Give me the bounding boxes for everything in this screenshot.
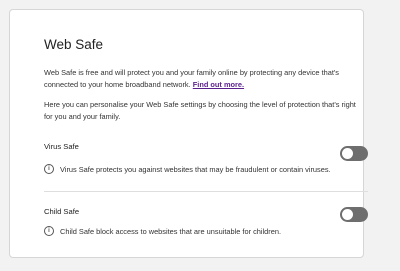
intro-text: Web Safe is free and will protect you an… [44, 68, 340, 89]
virus-safe-description: Virus Safe protects you against websites… [60, 164, 331, 174]
toggle-knob [342, 209, 353, 220]
child-safe-description: Child Safe block access to websites that… [60, 226, 282, 236]
intro-paragraph: Web Safe is free and will protect you an… [44, 67, 362, 91]
virus-safe-label: Virus Safe [44, 142, 79, 151]
toggle-knob [342, 148, 353, 159]
virus-safe-info: i Virus Safe protects you against websit… [44, 164, 331, 174]
child-safe-info: i Child Safe block access to websites th… [44, 226, 281, 236]
web-safe-card: Web Safe Web Safe is free and will prote… [9, 9, 368, 258]
page-title: Web Safe [44, 37, 104, 52]
virus-safe-toggle[interactable] [340, 146, 368, 161]
divider [44, 191, 368, 192]
find-out-more-link[interactable]: Find out more. [193, 80, 244, 89]
child-safe-toggle[interactable] [340, 207, 368, 222]
info-icon: i [44, 164, 54, 174]
personalise-paragraph: Here you can personalise your Web Safe s… [44, 100, 356, 121]
child-safe-label: Child Safe [44, 207, 80, 216]
info-icon: i [44, 226, 54, 236]
